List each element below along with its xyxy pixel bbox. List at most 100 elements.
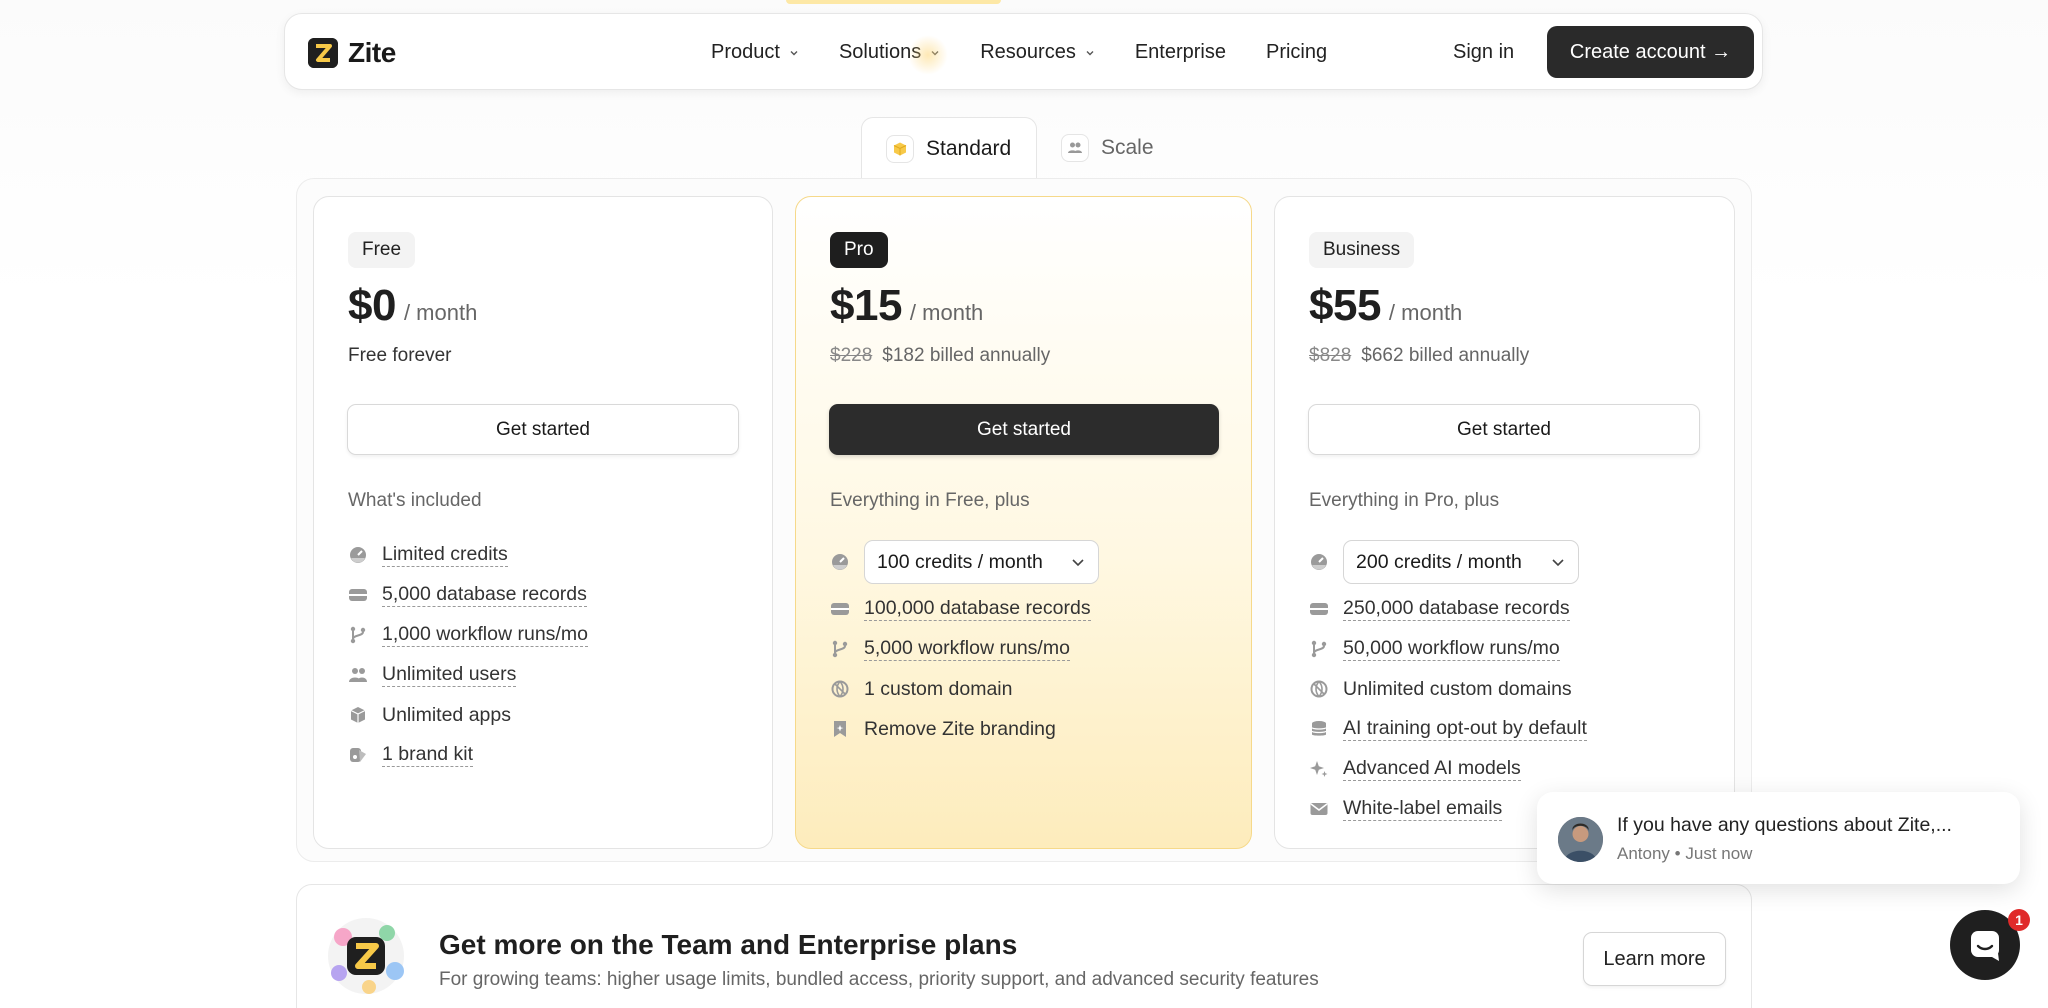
feature-text[interactable]: 5,000 database records (382, 583, 587, 607)
plan-card-business: Business $55 / month $828 $662 billed an… (1274, 196, 1735, 849)
free-forever-text: Free forever (348, 345, 452, 366)
feature-text[interactable]: White-label emails (1343, 797, 1503, 821)
sign-in-link[interactable]: Sign in (1453, 14, 1514, 91)
learn-more-button[interactable]: Learn more (1583, 932, 1726, 986)
credits-select-value: 200 credits / month (1356, 550, 1522, 573)
list-item: Remove Zite branding (830, 709, 1099, 749)
sparkle-icon (1309, 759, 1329, 779)
price-period: / month (403, 300, 478, 325)
nav-solutions-label: Solutions (838, 41, 922, 63)
feature-text: Unlimited apps (382, 703, 511, 726)
chat-author: Antony (1617, 844, 1670, 863)
create-account-button[interactable]: Create account → (1547, 26, 1754, 78)
cube-icon (886, 134, 914, 163)
credits-select[interactable]: 200 credits / month (1343, 540, 1579, 584)
list-item: Limited credits (348, 535, 588, 575)
nav-product-label: Product (711, 41, 780, 63)
get-started-button[interactable]: Get started (829, 404, 1219, 455)
chevron-down-icon (1552, 559, 1564, 567)
enterprise-subtitle: For growing teams: higher usage limits, … (439, 969, 1319, 990)
chevron-down-icon (790, 50, 798, 55)
enterprise-banner: Get more on the Team and Enterprise plan… (296, 884, 1752, 1008)
credits-select[interactable]: 100 credits / month (864, 540, 1099, 584)
list-item: 100 credits / month (830, 535, 1099, 589)
users-icon (1061, 134, 1089, 162)
feature-text[interactable]: 1 brand kit (382, 743, 474, 767)
tab-standard[interactable]: Standard (861, 117, 1037, 179)
nav-links: Product Solutions Resources Enterprise P… (711, 14, 1367, 91)
chat-preview[interactable]: If you have any questions about Zite,...… (1537, 792, 2020, 884)
globe-off-icon (1309, 679, 1329, 699)
nav-product[interactable]: Product (711, 41, 799, 64)
stack-icon (1309, 719, 1329, 739)
database-icon (1309, 599, 1329, 619)
price-amount: $0 (348, 281, 396, 330)
nav-pricing-label: Pricing (1265, 41, 1328, 63)
price-amount: $15 (830, 281, 902, 330)
list-item: Unlimited users (348, 655, 588, 695)
enterprise-illustration-icon (325, 915, 407, 997)
included-title: What's included (348, 490, 482, 511)
chat-time: Just now (1685, 844, 1753, 863)
chevron-down-icon (931, 50, 939, 55)
git-branch-icon (830, 639, 850, 659)
feature-text[interactable]: Limited credits (382, 543, 508, 567)
logo-text: Zite (348, 37, 396, 68)
plan-price: $15 / month (830, 281, 983, 331)
tab-scale[interactable]: Scale (1037, 117, 1178, 179)
nav-solutions[interactable]: Solutions (838, 35, 949, 75)
chat-icon (1971, 931, 1999, 961)
feature-text[interactable]: 50,000 workflow runs/mo (1343, 637, 1560, 661)
old-price: $228 (830, 345, 873, 366)
feature-text[interactable]: Unlimited users (382, 663, 517, 687)
database-icon (348, 585, 368, 605)
feature-text[interactable]: 100,000 database records (864, 597, 1091, 621)
plan-billing: $228 $182 billed annually (830, 345, 1050, 367)
zite-logo-icon (308, 38, 338, 68)
database-icon (830, 599, 850, 619)
list-item: 1 custom domain (830, 669, 1099, 709)
tab-standard-label: Standard (926, 136, 1012, 160)
list-item: Unlimited apps (348, 695, 588, 735)
get-started-button[interactable]: Get started (1308, 404, 1700, 455)
gauge-icon (1309, 552, 1329, 572)
list-item: 250,000 database records (1309, 589, 1587, 629)
plan-card-pro: Pro $15 / month $228 $182 billed annuall… (795, 196, 1252, 849)
nav-pricing[interactable]: Pricing (1266, 41, 1327, 64)
git-branch-icon (348, 625, 368, 645)
plan-card-free: Free $0 / month Free forever Get started… (313, 196, 773, 849)
old-price: $828 (1309, 345, 1352, 366)
enterprise-title: Get more on the Team and Enterprise plan… (439, 929, 1018, 960)
nav-resources-label: Resources (980, 41, 1076, 63)
list-item: Advanced AI models (1309, 749, 1587, 789)
chat-meta: Antony • Just now (1617, 844, 1752, 864)
list-item: 100,000 database records (830, 589, 1099, 629)
feature-text[interactable]: 1,000 workflow runs/mo (382, 623, 588, 647)
cube-icon (348, 705, 368, 725)
list-item: AI training opt-out by default (1309, 709, 1587, 749)
logo[interactable]: Zite (308, 37, 396, 69)
feature-text[interactable]: Advanced AI models (1343, 757, 1521, 781)
feature-list: Limited credits 5,000 database records 1… (348, 535, 588, 775)
list-item: Unlimited custom domains (1309, 669, 1587, 709)
avatar (1558, 817, 1603, 862)
nav-resources[interactable]: Resources (980, 41, 1095, 64)
plan-badge: Free (348, 232, 416, 268)
get-started-button[interactable]: Get started (347, 404, 739, 455)
git-branch-icon (1309, 639, 1329, 659)
gauge-icon (348, 545, 368, 565)
feature-text[interactable]: AI training opt-out by default (1343, 717, 1587, 741)
feature-list: 200 credits / month 250,000 database rec… (1309, 535, 1587, 829)
feature-text[interactable]: 5,000 workflow runs/mo (864, 637, 1070, 661)
list-item: 5,000 workflow runs/mo (830, 629, 1099, 669)
brand-icon (348, 745, 368, 765)
notification-badge: 1 (2008, 909, 2030, 931)
nav-enterprise[interactable]: Enterprise (1135, 41, 1226, 64)
included-title: Everything in Free, plus (830, 490, 1030, 511)
billed-annually: $662 billed annually (1361, 345, 1530, 366)
globe-off-icon (830, 679, 850, 699)
feature-text[interactable]: 250,000 database records (1343, 597, 1570, 621)
top-navbar: Zite Product Solutions Resources Enterpr… (284, 13, 1763, 90)
bookmark-icon (830, 719, 850, 739)
gauge-icon (830, 552, 850, 572)
